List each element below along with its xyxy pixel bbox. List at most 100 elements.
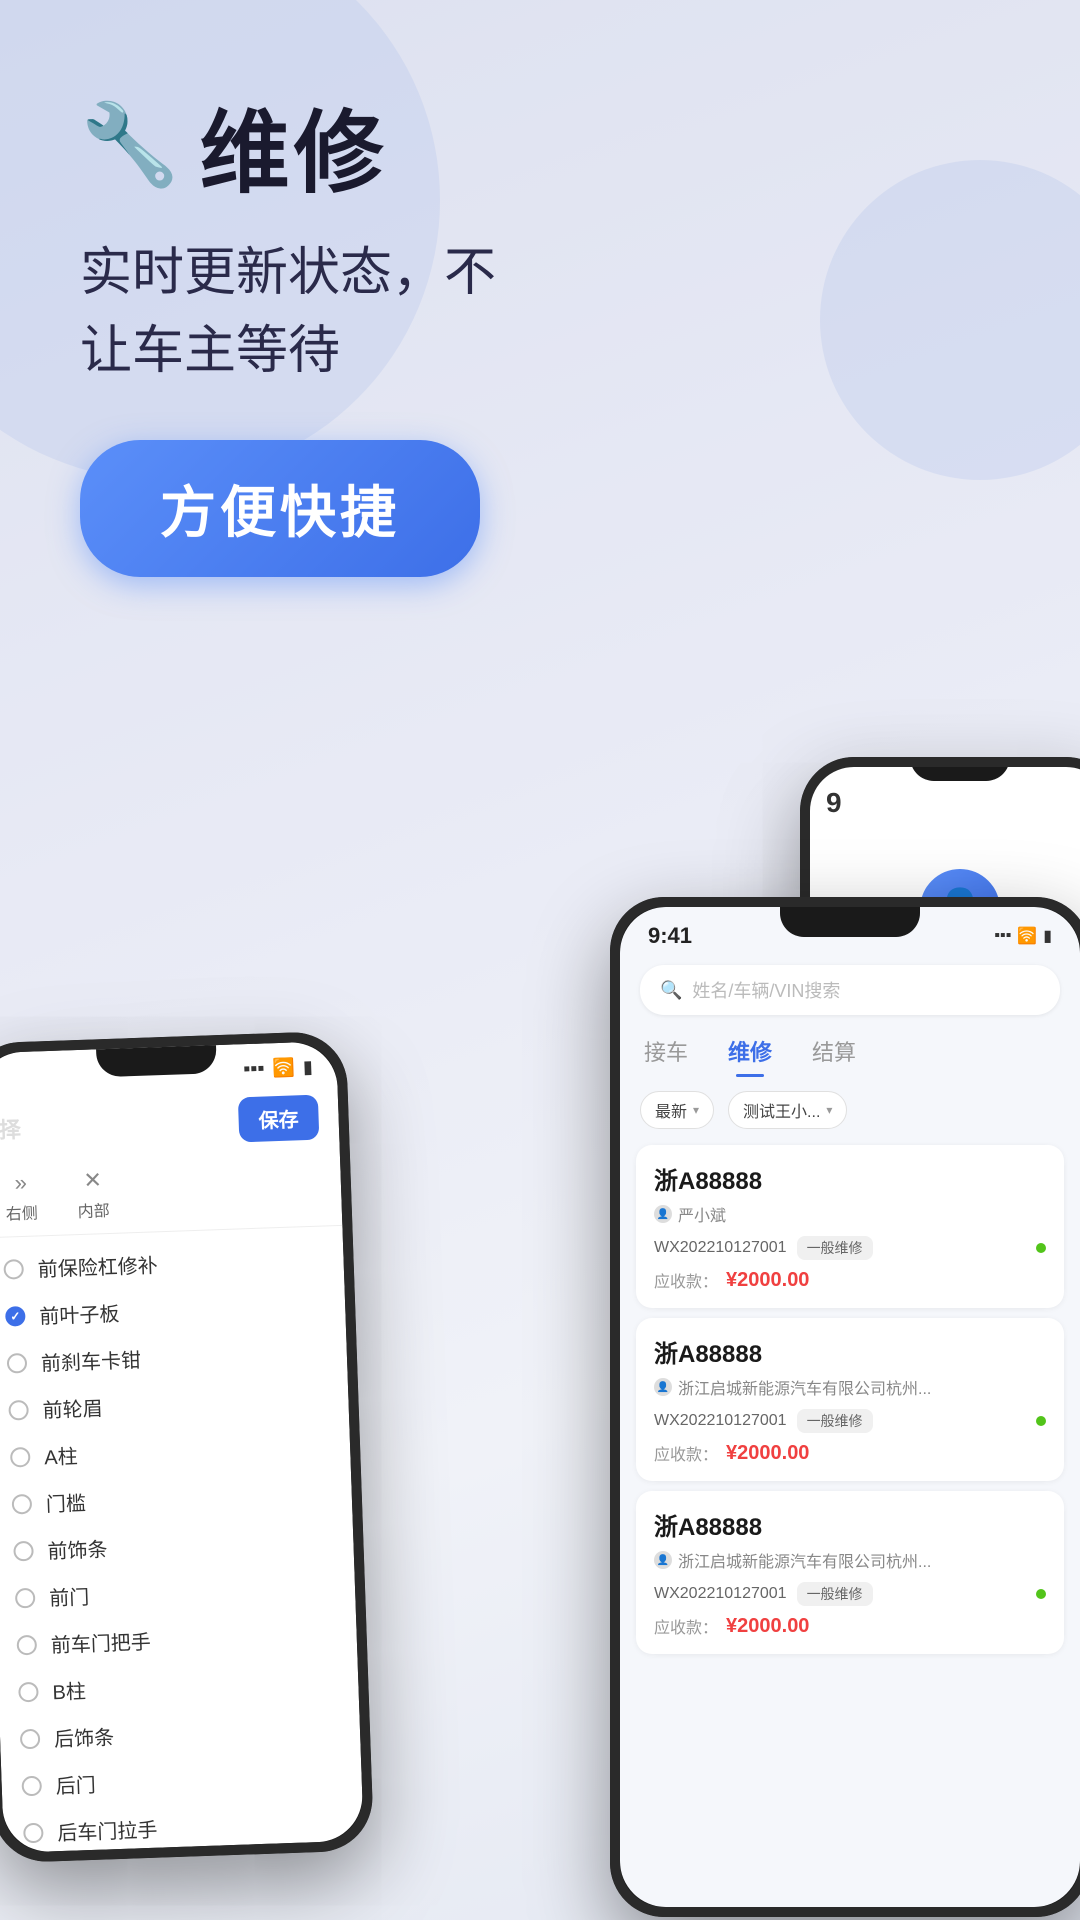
- order-type-badge: 一般维修: [797, 1236, 873, 1260]
- order-type-badge: 一般维修: [797, 1409, 873, 1433]
- radio-circle: [23, 1822, 44, 1843]
- radio-circle: [20, 1728, 41, 1749]
- customer-icon: 👤: [654, 1378, 672, 1396]
- order-plate: 浙A88888: [654, 1161, 1046, 1196]
- part-name: 前刹车卡钳: [40, 1344, 141, 1376]
- phone-right: 9:41 ▪▪▪ 🛜 ▮ 🔍 姓名/车辆/VIN搜索 接车维修结算 最新▾测试王…: [610, 897, 1080, 1917]
- status-time: 9:41: [648, 923, 692, 949]
- wifi-icon: 🛜: [272, 1057, 295, 1079]
- part-name: B柱: [52, 1675, 86, 1705]
- part-name: 后车门拉手: [57, 1814, 158, 1846]
- header-section: 🔧 维修 实时更新状态，不 让车主等待 方便快捷: [0, 0, 1080, 617]
- order-status-dot: [1036, 1589, 1046, 1599]
- inner-arrow: ✕: [83, 1167, 102, 1194]
- signal-icon: ▪▪▪: [243, 1057, 265, 1081]
- inner-label: 内部: [77, 1197, 110, 1222]
- filter-arrow: ▾: [826, 1103, 832, 1117]
- radio-circle: [10, 1446, 31, 1467]
- parts-direction: » 右侧 ✕ 内部: [0, 1151, 342, 1239]
- part-name: A柱: [44, 1440, 78, 1470]
- radio-circle: [5, 1305, 26, 1326]
- order-status-dot: [1036, 1416, 1046, 1426]
- cta-button[interactable]: 方便快捷: [80, 440, 480, 577]
- part-name: 前饰条: [47, 1533, 108, 1564]
- order-customer: 👤 浙江启城新能源汽车有限公司杭州...: [654, 1375, 1046, 1399]
- phones-section: 9 👤 全 ▪▪▪ 🛜 ▮ 择 保存 »: [0, 597, 1080, 1917]
- filter-arrow: ▾: [693, 1103, 699, 1117]
- radio-circle: [8, 1399, 29, 1420]
- radio-circle: [18, 1681, 39, 1702]
- header-title-row: 🔧 维修: [80, 80, 1020, 210]
- direction-inner[interactable]: ✕ 内部: [76, 1167, 110, 1222]
- right-notch: [780, 907, 920, 937]
- radio-circle: [7, 1352, 28, 1373]
- customer-name: 浙江启城新能源汽车有限公司杭州...: [678, 1375, 931, 1399]
- part-name: 前叶子板: [39, 1298, 120, 1330]
- part-name: 前保险杠修补: [37, 1249, 158, 1282]
- customer-icon: 👤: [654, 1205, 672, 1223]
- amount-label: 应收款：: [654, 1441, 718, 1465]
- tab-结算[interactable]: 结算: [812, 1035, 856, 1077]
- amount-value: ¥2000.00: [726, 1269, 809, 1292]
- order-meta-row: WX202210127001 一般维修: [654, 1582, 1046, 1606]
- order-meta-row: WX202210127001 一般维修: [654, 1409, 1046, 1433]
- order-amount-row: 应收款： ¥2000.00: [654, 1441, 1046, 1465]
- order-status-dot: [1036, 1243, 1046, 1253]
- filter-label: 最新: [655, 1098, 687, 1122]
- orders-list: 浙A88888 👤 严小斌 WX202210127001 一般维修 应收款： ¥…: [620, 1137, 1080, 1662]
- tab-接车[interactable]: 接车: [644, 1035, 688, 1077]
- filter-latest[interactable]: 最新 ▾: [640, 1091, 714, 1129]
- search-icon: 🔍: [660, 980, 682, 1001]
- right-battery: ▮: [1043, 926, 1052, 946]
- filter-row: 最新 ▾ 测试王小... ▾: [620, 1077, 1080, 1137]
- order-card[interactable]: 浙A88888 👤 严小斌 WX202210127001 一般维修 应收款： ¥…: [636, 1145, 1064, 1308]
- tab-维修[interactable]: 维修: [728, 1035, 772, 1077]
- header-subtitle: 实时更新状态，不 让车主等待: [80, 234, 1020, 390]
- left-phone-title: 择: [0, 1112, 21, 1145]
- status-icons: ▪▪▪ 🛜 ▮: [994, 926, 1052, 946]
- part-name: 前门: [49, 1581, 90, 1611]
- order-card[interactable]: 浙A88888 👤 浙江启城新能源汽车有限公司杭州... WX202210127…: [636, 1491, 1064, 1654]
- order-plate: 浙A88888: [654, 1507, 1046, 1542]
- save-button[interactable]: 保存: [238, 1095, 320, 1143]
- amount-label: 应收款：: [654, 1268, 718, 1292]
- right-phone-screen: 9:41 ▪▪▪ 🛜 ▮ 🔍 姓名/车辆/VIN搜索 接车维修结算 最新▾测试王…: [620, 907, 1080, 1907]
- order-customer: 👤 严小斌: [654, 1202, 1046, 1226]
- right-arrow: »: [14, 1170, 27, 1196]
- left-notch: [96, 1045, 217, 1077]
- page-title: 维修: [200, 80, 388, 210]
- left-phone-screen: ▪▪▪ 🛜 ▮ 择 保存 » 右侧 ✕ 内部: [0, 1041, 364, 1853]
- order-meta-row: WX202210127001 一般维修: [654, 1236, 1046, 1260]
- filter-label: 测试王小...: [743, 1098, 820, 1122]
- order-card[interactable]: 浙A88888 👤 浙江启城新能源汽车有限公司杭州... WX202210127…: [636, 1318, 1064, 1481]
- amount-label: 应收款：: [654, 1614, 718, 1638]
- radio-circle: [15, 1587, 36, 1608]
- wrench-icon: 🔧: [80, 105, 180, 185]
- subtitle-line2: 让车主等待: [80, 322, 340, 380]
- order-id: WX202210127001: [654, 1585, 787, 1603]
- order-type-badge: 一般维修: [797, 1582, 873, 1606]
- order-id: WX202210127001: [654, 1239, 787, 1257]
- customer-icon: 👤: [654, 1551, 672, 1569]
- top-right-notch: [910, 757, 1010, 781]
- order-id: WX202210127001: [654, 1412, 787, 1430]
- part-name: 门槛: [45, 1487, 86, 1517]
- part-name: 前轮眉: [42, 1392, 103, 1423]
- amount-value: ¥2000.00: [726, 1442, 809, 1465]
- right-signal: ▪▪▪: [994, 927, 1011, 945]
- customer-name: 浙江启城新能源汽车有限公司杭州...: [678, 1548, 931, 1572]
- part-name: 前车门把手: [50, 1626, 151, 1658]
- radio-circle: [13, 1540, 34, 1561]
- search-bar[interactable]: 🔍 姓名/车辆/VIN搜索: [640, 965, 1060, 1015]
- direction-right[interactable]: » 右侧: [4, 1169, 38, 1224]
- customer-name: 严小斌: [678, 1202, 726, 1226]
- battery-icon: ▮: [303, 1057, 314, 1078]
- tabs-row: 接车维修结算: [620, 1023, 1080, 1077]
- search-input: 姓名/车辆/VIN搜索: [692, 977, 840, 1003]
- filter-tester[interactable]: 测试王小... ▾: [728, 1091, 847, 1129]
- amount-value: ¥2000.00: [726, 1615, 809, 1638]
- right-wifi: 🛜: [1017, 926, 1037, 946]
- radio-circle: [12, 1493, 33, 1514]
- radio-circle: [3, 1259, 24, 1280]
- part-name: 后门: [55, 1769, 96, 1799]
